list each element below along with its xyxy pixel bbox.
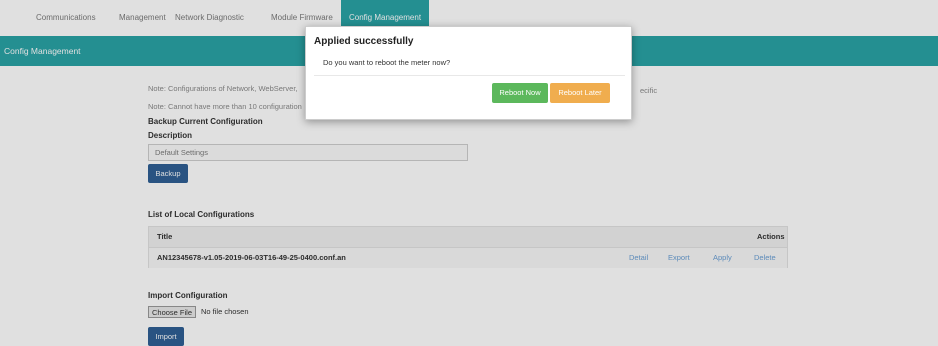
reboot-now-button[interactable]: Reboot Now <box>492 83 548 103</box>
dialog-title: Applied successfully <box>314 36 414 47</box>
reboot-later-button[interactable]: Reboot Later <box>550 83 610 103</box>
dialog-message: Do you want to reboot the meter now? <box>323 58 451 67</box>
reboot-dialog: Applied successfully Do you want to rebo… <box>305 26 632 120</box>
dialog-divider <box>314 75 625 76</box>
